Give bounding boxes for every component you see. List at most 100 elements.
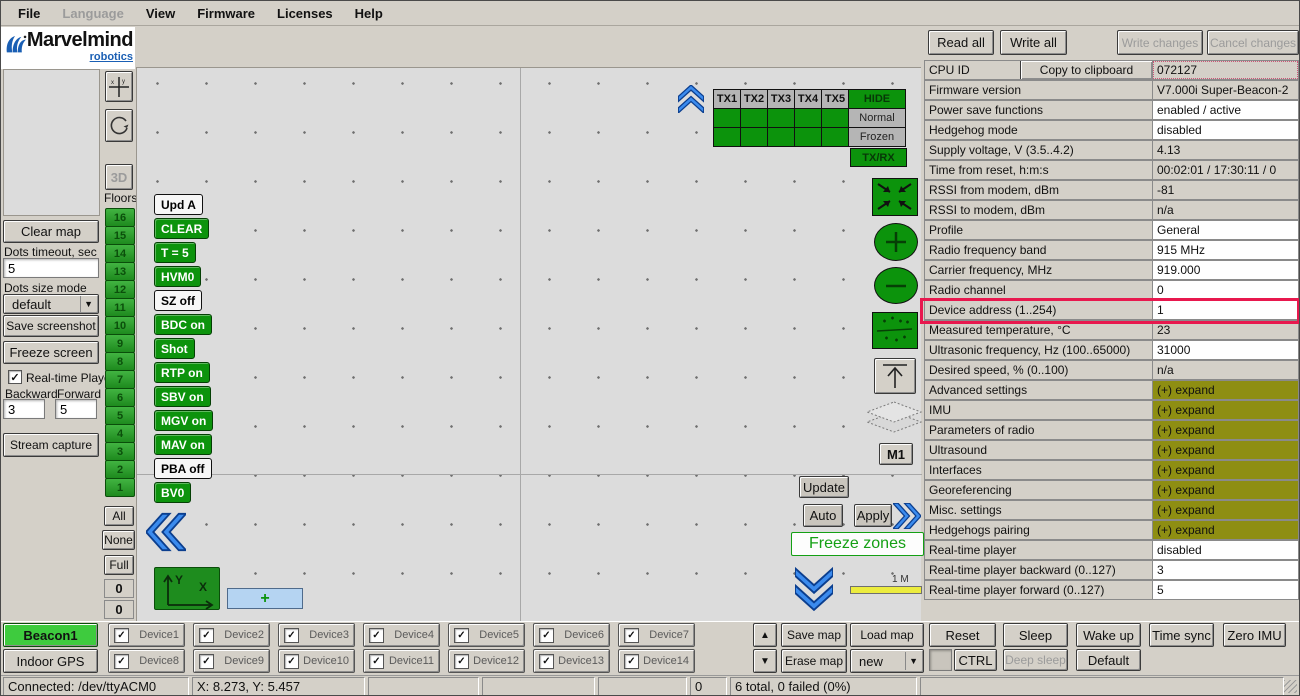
dots-size-select[interactable]: default ▼	[3, 294, 99, 314]
param-value[interactable]: 919.000	[1152, 260, 1299, 280]
map-tool-bv0[interactable]: BV0	[154, 482, 191, 503]
floor-button-1[interactable]: 1	[105, 478, 135, 497]
floor-button-5[interactable]: 5	[105, 406, 135, 425]
param-value[interactable]: 1	[1152, 300, 1299, 320]
write-changes-button[interactable]: Write changes	[1117, 30, 1203, 55]
menu-language[interactable]: Language	[51, 4, 134, 23]
tx-cell[interactable]	[740, 108, 768, 128]
floor-button-12[interactable]: 12	[105, 280, 135, 299]
param-value[interactable]: (+) expand	[1152, 480, 1299, 500]
param-value[interactable]: (+) expand	[1152, 380, 1299, 400]
map-tool-t-5[interactable]: T = 5	[154, 242, 196, 263]
param-value[interactable]: 915 MHz	[1152, 240, 1299, 260]
param-value[interactable]: (+) expand	[1152, 400, 1299, 420]
chevron-double-right-icon[interactable]	[893, 503, 921, 529]
tx-cell[interactable]	[794, 127, 822, 147]
device-toggle-device13[interactable]: ✓Device13	[533, 649, 610, 673]
param-value[interactable]: disabled	[1152, 540, 1299, 560]
tx-cell[interactable]	[821, 127, 849, 147]
ctrl-checkbox[interactable]	[929, 649, 952, 671]
floor-button-10[interactable]: 10	[105, 316, 135, 335]
device-toggle-device11[interactable]: ✓Device11	[363, 649, 440, 673]
default-button[interactable]: Default	[1076, 649, 1141, 671]
update-button[interactable]: Update	[799, 476, 849, 498]
beacon1-tab[interactable]: Beacon1	[3, 623, 98, 647]
map-tool-upd-a[interactable]: Upd A	[154, 194, 203, 215]
copy-to-clipboard-button[interactable]: Copy to clipboard	[1020, 61, 1152, 80]
param-value[interactable]: General	[1152, 220, 1299, 240]
floors-none-button[interactable]: None	[102, 530, 135, 550]
param-value[interactable]: (+) expand	[1152, 460, 1299, 480]
zero-imu-button[interactable]: Zero IMU	[1223, 623, 1286, 647]
map-tool-sz-off[interactable]: SZ off	[154, 290, 202, 311]
menu-licenses[interactable]: Licenses	[266, 4, 344, 23]
save-map-button[interactable]: Save map	[781, 623, 847, 647]
map-tool-sbv-on[interactable]: SBV on	[154, 386, 211, 407]
param-value[interactable]: (+) expand	[1152, 440, 1299, 460]
dots-timeout-input[interactable]	[3, 258, 99, 278]
chevron-double-down-icon[interactable]	[795, 566, 833, 612]
3d-view-button[interactable]: 3D	[105, 164, 133, 190]
param-value[interactable]: (+) expand	[1152, 500, 1299, 520]
floor-button-6[interactable]: 6	[105, 388, 135, 407]
device-scroll-up-button[interactable]: ▲	[753, 623, 777, 647]
erase-map-button[interactable]: Erase map	[781, 649, 847, 673]
device-toggle-device4[interactable]: ✓Device4	[363, 623, 440, 647]
map-tool-rtp-on[interactable]: RTP on	[154, 362, 210, 383]
map-tool-pba-off[interactable]: PBA off	[154, 458, 212, 479]
map-tool-shot[interactable]: Shot	[154, 338, 195, 359]
device-toggle-device6[interactable]: ✓Device6	[533, 623, 610, 647]
param-value[interactable]: enabled / active	[1152, 100, 1299, 120]
floor-button-9[interactable]: 9	[105, 334, 135, 353]
write-all-button[interactable]: Write all	[1000, 30, 1067, 55]
sleep-button[interactable]: Sleep	[1003, 623, 1068, 647]
freeze-zones-button[interactable]: Freeze zones	[791, 532, 924, 556]
device-toggle-device2[interactable]: ✓Device2	[193, 623, 270, 647]
m1-button[interactable]: M1	[879, 443, 913, 465]
tx-cell[interactable]	[740, 127, 768, 147]
tx-cell[interactable]	[794, 108, 822, 128]
resize-grip[interactable]	[1284, 680, 1297, 693]
tx-rx-toggle[interactable]: TX/RX	[850, 148, 907, 167]
axes-view-button[interactable]: x y	[105, 71, 133, 102]
submap-plus-button[interactable]: +	[227, 588, 303, 609]
tx-mode-frozen[interactable]: Frozen	[848, 127, 906, 147]
zoom-in-button[interactable]	[874, 223, 918, 261]
freeze-screen-button[interactable]: Freeze screen	[3, 341, 99, 364]
param-value[interactable]: 0	[1152, 280, 1299, 300]
cancel-changes-button[interactable]: Cancel changes	[1207, 30, 1299, 55]
tx-cell[interactable]	[713, 108, 741, 128]
menu-file[interactable]: File	[7, 4, 51, 23]
auto-button[interactable]: Auto	[803, 504, 843, 527]
tx-cell[interactable]	[821, 108, 849, 128]
tx-cell[interactable]	[767, 127, 795, 147]
device-toggle-device10[interactable]: ✓Device10	[278, 649, 355, 673]
map-canvas[interactable]: Upd ACLEART = 5HVM0SZ offBDC onShotRTP o…	[136, 67, 921, 621]
move-up-button[interactable]	[874, 358, 916, 394]
rotate-view-button[interactable]	[105, 109, 133, 142]
device-toggle-device7[interactable]: ✓Device7	[618, 623, 695, 647]
device-scroll-down-button[interactable]: ▼	[753, 649, 777, 673]
map-tool-bdc-on[interactable]: BDC on	[154, 314, 212, 335]
tx-cell[interactable]	[713, 127, 741, 147]
save-screenshot-button[interactable]: Save screenshot	[3, 315, 99, 337]
param-value[interactable]: (+) expand	[1152, 420, 1299, 440]
device-toggle-device12[interactable]: ✓Device12	[448, 649, 525, 673]
tx-header-tx1[interactable]: TX1	[713, 89, 741, 109]
stream-capture-button[interactable]: Stream capture	[3, 433, 99, 457]
wake-up-button[interactable]: Wake up	[1076, 623, 1141, 647]
clear-map-button[interactable]: Clear map	[3, 220, 99, 243]
param-value[interactable]: 3	[1152, 560, 1299, 580]
floor-button-4[interactable]: 4	[105, 424, 135, 443]
map-tool-mgv-on[interactable]: MGV on	[154, 410, 213, 431]
chevron-double-up-icon[interactable]	[678, 85, 704, 113]
tx-header-tx4[interactable]: TX4	[794, 89, 822, 109]
floor-button-15[interactable]: 15	[105, 226, 135, 245]
device-toggle-device5[interactable]: ✓Device5	[448, 623, 525, 647]
indoor-gps-tab[interactable]: Indoor GPS	[3, 649, 98, 673]
map-select[interactable]: new ▼	[850, 649, 924, 673]
deep-sleep-button[interactable]: Deep sleep	[1003, 649, 1068, 671]
fit-to-screen-button[interactable]	[872, 178, 918, 216]
floor-button-13[interactable]: 13	[105, 262, 135, 281]
param-value[interactable]: disabled	[1152, 120, 1299, 140]
